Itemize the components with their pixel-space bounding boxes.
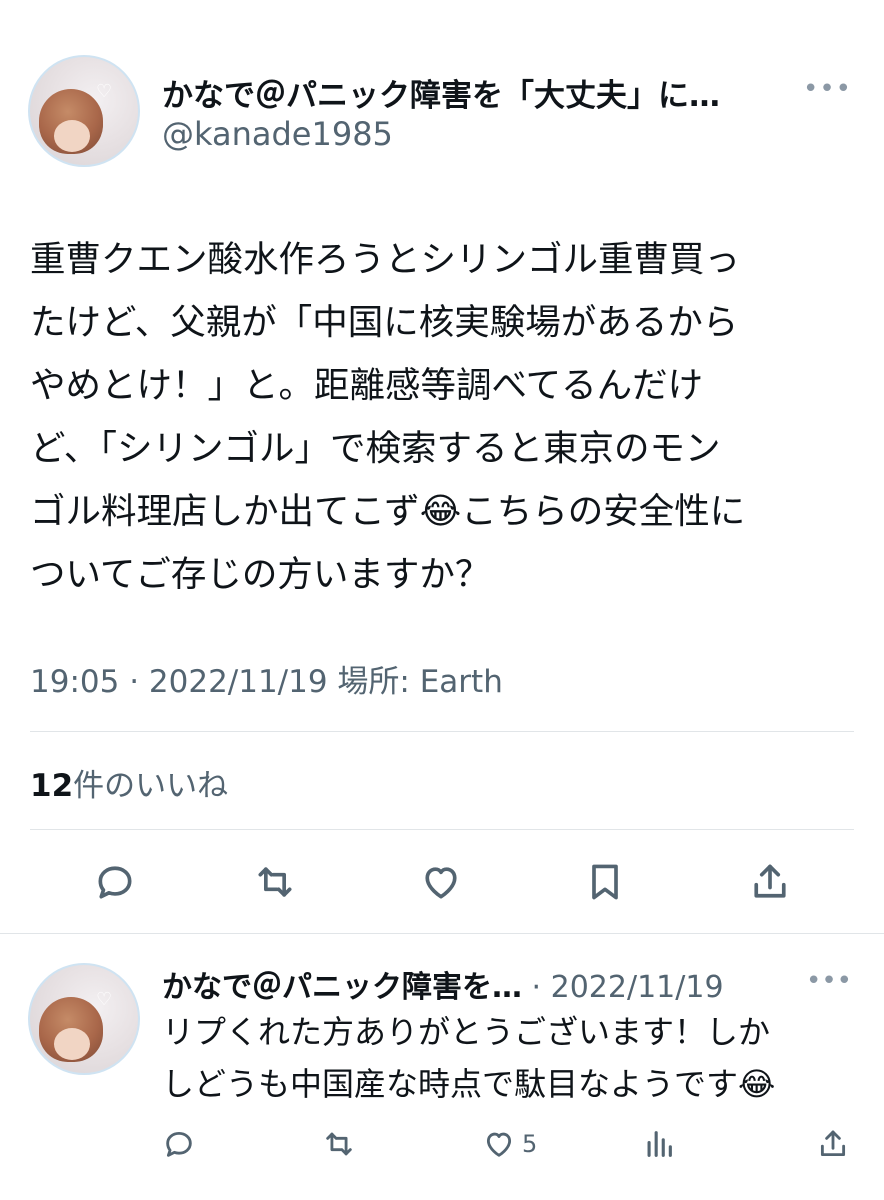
- tweet-text-line: やめとけ！」と。距離感等調べてるんだけ: [30, 365, 704, 406]
- reply-action-bar: 5: [0, 1120, 884, 1168]
- retweet-icon: [258, 867, 292, 897]
- tweet-text-line: たけど、父親が「中国に核実験場があるから: [30, 302, 739, 343]
- share-icon: [754, 864, 786, 898]
- divider: [30, 731, 854, 732]
- reply-more-options-icon[interactable]: •••: [806, 966, 852, 996]
- share-button[interactable]: [745, 852, 795, 912]
- tweet-text-line: ついてご存じの方いますか？: [30, 554, 491, 595]
- likes-count[interactable]: 12件のいいね: [30, 760, 228, 805]
- tweet-text-line: ゴル料理店しか出てこず😂こちらの安全性に: [30, 491, 746, 532]
- bookmark-icon: [592, 864, 618, 900]
- reply-like-button[interactable]: 5: [482, 1120, 537, 1168]
- reply-button[interactable]: [90, 852, 140, 912]
- like-button[interactable]: [416, 852, 466, 912]
- reply-header[interactable]: かなで＠パニック障害を… · 2022/11/19: [162, 962, 724, 1006]
- reply-author-avatar[interactable]: ♡: [28, 963, 140, 1075]
- reply-like-count: 5: [522, 1130, 538, 1158]
- author-name[interactable]: かなで＠パニック障害を「大丈夫」に…: [162, 70, 802, 115]
- reply-reply-button[interactable]: [162, 1120, 196, 1168]
- reply-date: · 2022/11/19: [531, 970, 724, 1005]
- reply-text: リプくれた方ありがとうございます！しか しどうも中国産な時点で駄目なようです😂: [162, 1006, 852, 1110]
- tweet-text-line: ど、「シリンゴル」で検索すると東京のモン: [30, 428, 721, 469]
- views-chart-icon: [647, 1131, 672, 1157]
- tweet-text: 重曹クエン酸水作ろうとシリンゴル重曹買っ たけど、父親が「中国に核実験場があるか…: [30, 228, 850, 606]
- avatar-heart-icon: ♡: [95, 988, 113, 1010]
- divider: [30, 829, 854, 830]
- author-avatar[interactable]: ♡: [28, 55, 140, 167]
- reply-icon: [98, 866, 132, 899]
- bookmark-button[interactable]: [580, 852, 630, 912]
- avatar-heart-icon: ♡: [95, 80, 113, 102]
- reply-share-button[interactable]: [816, 1120, 850, 1168]
- reply-icon: [166, 1131, 192, 1157]
- share-icon: [820, 1130, 846, 1157]
- more-options-icon[interactable]: •••: [803, 74, 852, 104]
- tweet-action-bar: [0, 852, 884, 912]
- likes-number: 12: [30, 768, 74, 804]
- retweet-icon: [326, 1132, 352, 1156]
- reply-author-name: かなで＠パニック障害を…: [162, 970, 522, 1005]
- author-handle[interactable]: @kanade1985: [162, 115, 393, 153]
- divider: [0, 933, 884, 934]
- tweet-timestamp[interactable]: 19:05 · 2022/11/19 場所: Earth: [30, 656, 503, 701]
- likes-label: 件のいいね: [73, 768, 229, 804]
- reply-text-line: しどうも中国産な時点で駄目なようです😂: [162, 1065, 776, 1103]
- heart-icon: [425, 867, 457, 899]
- tweet-text-line: 重曹クエン酸水作ろうとシリンゴル重曹買っ: [30, 239, 741, 280]
- reply-retweet-button[interactable]: [322, 1120, 356, 1168]
- reply-views-button[interactable]: [642, 1120, 676, 1168]
- heart-icon: [486, 1132, 512, 1157]
- retweet-button[interactable]: [250, 852, 300, 912]
- reply-text-line: リプくれた方ありがとうございます！しか: [162, 1013, 771, 1051]
